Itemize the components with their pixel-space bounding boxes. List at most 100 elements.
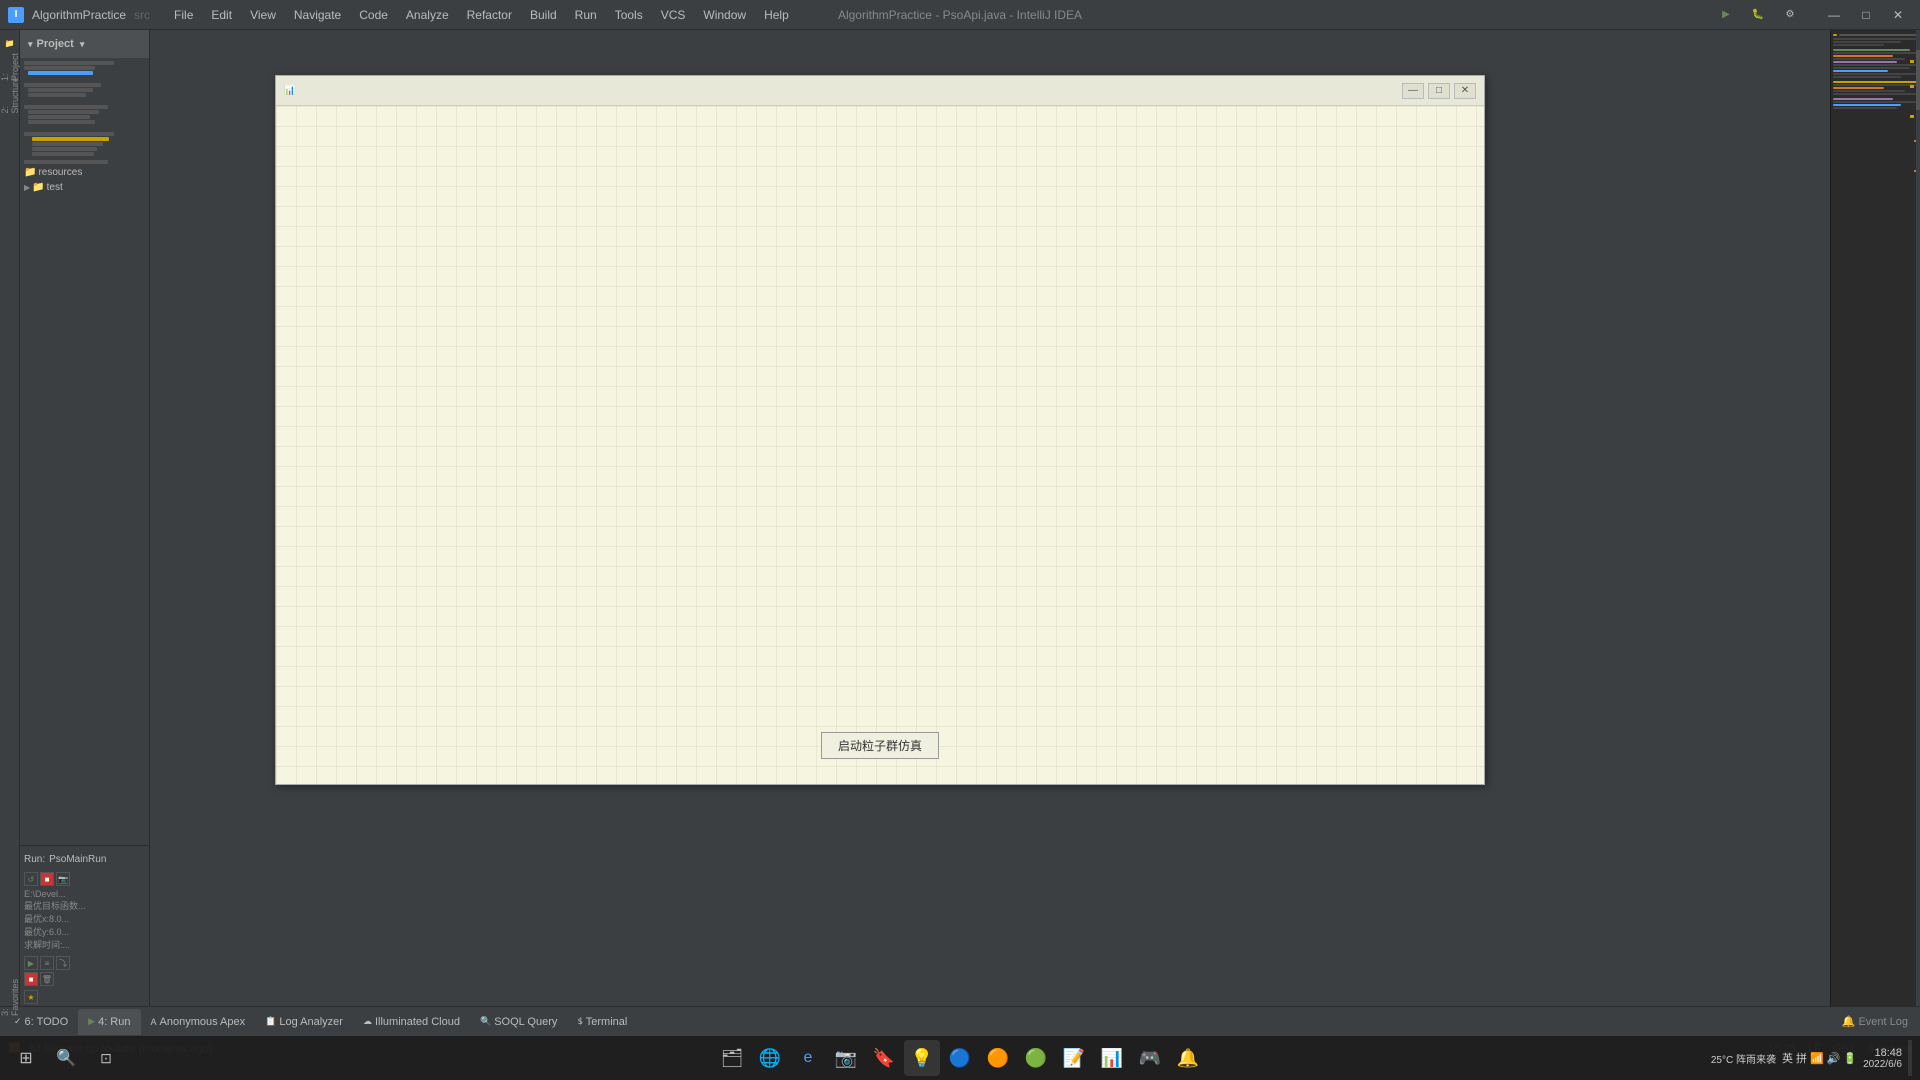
menu-view[interactable]: View: [242, 4, 284, 26]
menu-edit[interactable]: Edit: [203, 4, 240, 26]
run-tab-icon: ▶: [88, 1016, 95, 1027]
taskbar-app3[interactable]: 🔵: [942, 1040, 978, 1076]
taskbar-left: ⊞ 🔍 ⊡: [8, 1040, 124, 1076]
tree-item-resources[interactable]: 📁 resources: [20, 165, 149, 180]
taskbar-excel[interactable]: 📊: [1094, 1040, 1130, 1076]
show-desktop-btn[interactable]: [1908, 1040, 1912, 1076]
language-indicator[interactable]: 英: [1782, 1050, 1793, 1066]
toolbar-run-btn[interactable]: ▶: [1712, 5, 1740, 25]
run-camera-btn[interactable]: 📷: [56, 872, 70, 886]
tab-soql-query[interactable]: 🔍 SOQL Query: [470, 1009, 567, 1035]
taskbar-center: 🗂 🌐 e 📷 🔖 💡 🔵 🟠 🟢 📝 📊 🎮 🔔: [714, 1040, 1206, 1076]
project-icon[interactable]: 📁: [1, 34, 19, 52]
tree-item-test[interactable]: ▶ 📁 test: [20, 180, 149, 195]
input-method[interactable]: 拼: [1796, 1050, 1807, 1066]
run-line-4: 最优y:6.0...: [24, 925, 145, 938]
taskbar-app2[interactable]: 🔖: [866, 1040, 902, 1076]
cloud-icon: ☁: [363, 1016, 372, 1027]
tab-log-analyzer[interactable]: 📋 Log Analyzer: [255, 1009, 353, 1035]
maximize-button[interactable]: □: [1852, 5, 1880, 25]
simulation-window-content: 启动粒子群仿真: [276, 106, 1484, 784]
taskbar-chrome[interactable]: 🌐: [752, 1040, 788, 1076]
volume-icon[interactable]: 🔊: [1827, 1052, 1841, 1065]
run-play-btn[interactable]: ▶: [24, 956, 38, 970]
run-stop-btn[interactable]: ■: [40, 872, 54, 886]
title-bar: I AlgorithmPractice src File Edit View N…: [0, 0, 1920, 30]
taskbar-edge[interactable]: e: [790, 1040, 826, 1076]
taskbar-intellij[interactable]: 💡: [904, 1040, 940, 1076]
app-title: AlgorithmPractice: [32, 8, 126, 22]
menu-run[interactable]: Run: [567, 4, 605, 26]
start-simulation-button[interactable]: 启动粒子群仿真: [821, 732, 939, 759]
app-subtitle: src: [134, 8, 150, 22]
apex-label: Anonymous Apex: [160, 1016, 246, 1028]
soql-label: SOQL Query: [494, 1016, 557, 1028]
clock-time: 18:48: [1863, 1047, 1902, 1059]
taskbar-right: 25°C 阵雨来袭 英 拼 📶 🔊 🔋 18:48 2022/6/6: [1711, 1040, 1912, 1076]
run-stop2-btn[interactable]: ■: [24, 972, 38, 986]
toolbar-profile-btn[interactable]: ⚙: [1776, 5, 1804, 25]
tab-anonymous-apex[interactable]: A Anonymous Apex: [141, 1009, 256, 1035]
menu-help[interactable]: Help: [756, 4, 797, 26]
taskview-button[interactable]: ⊡: [88, 1040, 124, 1076]
run-clear-btn[interactable]: 🗑: [40, 972, 54, 986]
close-button[interactable]: ✕: [1884, 5, 1912, 25]
menu-file[interactable]: File: [166, 4, 201, 26]
minimize-button[interactable]: —: [1820, 5, 1848, 25]
menu-vcs[interactable]: VCS: [653, 4, 694, 26]
start-button[interactable]: ⊞: [8, 1040, 44, 1076]
window-title-center: AlgorithmPractice - PsoApi.java - Intell…: [838, 8, 1082, 22]
fw-minimize-btn[interactable]: —: [1402, 83, 1424, 99]
taskbar-app4[interactable]: 🟠: [980, 1040, 1016, 1076]
fw-maximize-btn[interactable]: □: [1428, 83, 1450, 99]
taskbar-app8[interactable]: 🔔: [1170, 1040, 1206, 1076]
menu-code[interactable]: Code: [351, 4, 396, 26]
battery-icon[interactable]: 🔋: [1843, 1052, 1857, 1065]
taskbar-app5[interactable]: 🟢: [1018, 1040, 1054, 1076]
search-button[interactable]: 🔍: [48, 1040, 84, 1076]
taskbar-file-explorer[interactable]: 🗂: [714, 1040, 750, 1076]
run-output-lines: E:\Devel... 最优目标函数... 最优x:8.0... 最优y:6.0…: [20, 888, 149, 952]
taskbar-app7[interactable]: 🎮: [1132, 1040, 1168, 1076]
minimap-code: [1831, 30, 1920, 112]
minimap: [1830, 30, 1920, 1006]
run-line-2: 最优目标函数...: [24, 899, 145, 912]
menu-analyze[interactable]: Analyze: [398, 4, 457, 26]
run-step-btn[interactable]: ⤵: [56, 956, 70, 970]
run-list-btn[interactable]: ≡: [40, 956, 54, 970]
terminal-icon: $: [577, 1017, 582, 1027]
project-panel-header[interactable]: ▾ Project ▾: [20, 30, 149, 58]
taskbar-app1[interactable]: 📷: [828, 1040, 864, 1076]
fw-close-btn[interactable]: ✕: [1454, 83, 1476, 99]
clock-date: 2022/6/6: [1863, 1059, 1902, 1070]
simulation-window-header: 📊 — □ ✕: [276, 76, 1484, 106]
sidebar-tab-favorites[interactable]: 3: Favorites: [1, 988, 19, 1006]
run-line-3: 最优x:8.0...: [24, 912, 145, 925]
title-bar-left: I AlgorithmPractice src File Edit View N…: [8, 4, 797, 26]
menu-tools[interactable]: Tools: [607, 4, 651, 26]
menu-window[interactable]: Window: [695, 4, 754, 26]
menu-refactor[interactable]: Refactor: [459, 4, 520, 26]
taskbar-app6[interactable]: 📝: [1056, 1040, 1092, 1076]
project-tree: 📁 resources ▶ 📁 test: [20, 58, 149, 845]
tab-run[interactable]: ▶ 4: Run: [78, 1009, 140, 1035]
clock[interactable]: 18:48 2022/6/6: [1863, 1047, 1902, 1070]
run-restart-btn[interactable]: ↺: [24, 872, 38, 886]
network-icon[interactable]: 📶: [1810, 1052, 1824, 1065]
sidebar-tab-structure[interactable]: 2: Structure: [1, 86, 19, 104]
apex-icon: A: [151, 1017, 157, 1027]
toolbar-debug-btn[interactable]: 🐛: [1744, 5, 1772, 25]
menu-build[interactable]: Build: [522, 4, 565, 26]
tab-terminal[interactable]: $ Terminal: [567, 1009, 637, 1035]
menu-navigate[interactable]: Navigate: [286, 4, 349, 26]
sidebar-tab-project[interactable]: 1: Project: [1, 58, 19, 76]
soql-icon: 🔍: [480, 1016, 491, 1027]
editor-main-area: 📊 — □ ✕ 启动粒子群仿真: [150, 30, 1830, 1006]
run-favorites-btn[interactable]: ★: [24, 990, 38, 1004]
project-panel: ▾ Project ▾ 📁 reso: [20, 30, 150, 1006]
minimap-scrollbar[interactable]: [1916, 30, 1920, 1006]
event-log-btn[interactable]: 🔔 Event Log: [1834, 1015, 1916, 1028]
run-line-5: 求解时间:...: [24, 938, 145, 951]
run-config: PsoMainRun: [49, 854, 106, 865]
tab-illuminated-cloud[interactable]: ☁ Illuminated Cloud: [353, 1009, 470, 1035]
